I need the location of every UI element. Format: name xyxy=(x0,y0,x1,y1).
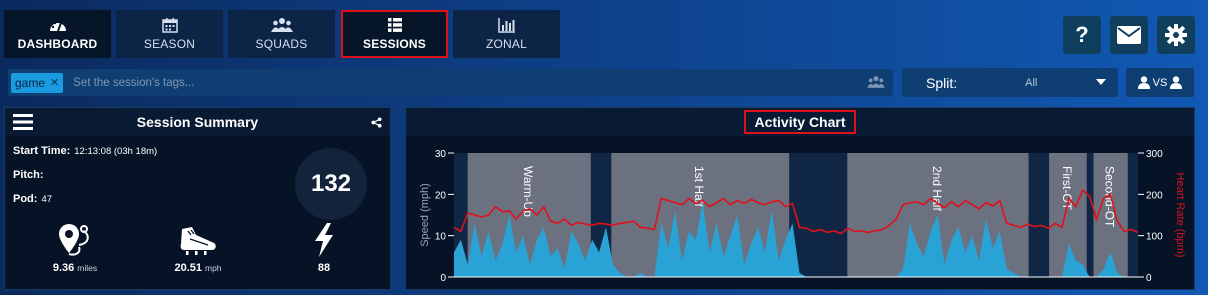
tab-sessions-label: SESSIONS xyxy=(363,37,426,51)
user-icon xyxy=(1170,76,1183,89)
summary-header: Session Summary xyxy=(5,108,390,136)
list-icon xyxy=(387,18,402,32)
calendar-icon xyxy=(161,18,178,33)
lightning-icon xyxy=(315,223,333,257)
tab-zonal-label: ZONAL xyxy=(485,37,527,51)
distance-value: 9.36 xyxy=(52,262,75,274)
pitch-label: Pitch: xyxy=(13,169,44,181)
split-value: All xyxy=(1025,76,1038,89)
y-right-tick-label: 100 xyxy=(1146,232,1163,243)
start-time-label: Start Time: xyxy=(13,145,71,157)
menu-icon[interactable] xyxy=(13,114,33,130)
tab-sessions[interactable]: SESSIONS xyxy=(341,10,448,58)
y-tick-label: 0 xyxy=(440,273,446,284)
y-tick-label: 30 xyxy=(435,149,447,160)
load-value: 88 xyxy=(317,262,331,274)
messages-button[interactable] xyxy=(1110,16,1148,54)
tab-zonal[interactable]: ZONAL xyxy=(453,10,560,58)
big-number-badge: 132 xyxy=(295,148,367,220)
tab-dashboard[interactable]: DASHBOARD xyxy=(4,10,111,58)
start-time-row: Start Time: 12:13:08 (03h 18m) xyxy=(13,145,157,157)
remove-tag-icon[interactable]: ✕ xyxy=(50,76,59,89)
share-icon[interactable] xyxy=(371,117,382,128)
split-label: Split: xyxy=(926,74,958,91)
users-icon xyxy=(270,18,293,32)
pod-label: Pod: xyxy=(13,193,38,205)
bar-chart-icon xyxy=(497,18,515,33)
y-right-tick-label: 0 xyxy=(1146,273,1152,284)
pod-value: 47 xyxy=(41,194,53,205)
help-button[interactable]: ? xyxy=(1063,16,1101,54)
compare-players-button[interactable]: VS xyxy=(1126,68,1194,97)
help-icon: ? xyxy=(1075,22,1089,47)
big-number: 132 xyxy=(310,170,352,197)
boot-icon xyxy=(180,227,216,255)
session-summary-panel: Session Summary Start Time: 12:13:08 (03h… xyxy=(4,107,391,290)
vs-label: VS xyxy=(1152,76,1168,89)
activity-chart-panel: Activity Chart Warm-Up 1st Half 2nd Half Fi… xyxy=(405,107,1195,290)
y-right-tick-label: 200 xyxy=(1146,190,1163,201)
dashboard-icon xyxy=(49,20,66,32)
envelope-icon xyxy=(1117,26,1141,44)
stat-load: 88 xyxy=(279,223,369,274)
period-label: 2nd Half xyxy=(930,166,944,211)
top-speed-unit: mph xyxy=(204,263,222,273)
split-dropdown[interactable]: Split: All xyxy=(902,68,1118,97)
gear-icon xyxy=(1165,24,1187,46)
y-right-axis-label: Heart Rate (bpm) xyxy=(1174,173,1186,258)
tab-season-label: SEASON xyxy=(143,37,196,51)
pitch-row: Pitch: xyxy=(13,169,44,181)
distance-unit: miles xyxy=(77,263,98,273)
settings-button[interactable] xyxy=(1157,16,1195,54)
summary-title: Session Summary xyxy=(136,114,259,130)
tags-input[interactable]: Set the session's tags... xyxy=(73,77,194,89)
y-right-tick-label: 300 xyxy=(1146,149,1163,160)
tab-squads[interactable]: SQUADS xyxy=(228,10,335,58)
tab-dashboard-label: DASHBOARD xyxy=(17,37,98,51)
user-icon xyxy=(1137,76,1150,89)
tab-season[interactable]: SEASON xyxy=(116,10,223,58)
y-tick-label: 20 xyxy=(435,190,447,201)
chart-title: Activity Chart xyxy=(744,110,856,134)
chevron-down-icon xyxy=(1096,79,1106,85)
map-pin-icon xyxy=(59,224,89,256)
top-speed-value: 20.51 xyxy=(174,262,202,274)
stat-distance: 9.36 miles xyxy=(30,223,120,274)
y-axis-label: Speed (mph) xyxy=(419,183,431,247)
tags-bar[interactable]: game ✕ Set the session's tags... xyxy=(8,69,893,96)
tag-label: game xyxy=(15,75,46,90)
stat-speed: 20.51 mph xyxy=(153,223,243,274)
activity-chart[interactable]: Warm-Up 1st Half 2nd Half First-OT Second-OT… xyxy=(406,136,1194,289)
tag-chip: game ✕ xyxy=(11,72,64,93)
start-time-value: 12:13:08 (03h 18m) xyxy=(74,146,158,157)
pod-row: Pod: 47 xyxy=(13,193,52,205)
tab-squads-label: SQUADS xyxy=(255,37,308,51)
users-icon[interactable] xyxy=(867,75,885,89)
chart-header: Activity Chart xyxy=(406,108,1194,136)
y-tick-label: 10 xyxy=(435,232,447,243)
